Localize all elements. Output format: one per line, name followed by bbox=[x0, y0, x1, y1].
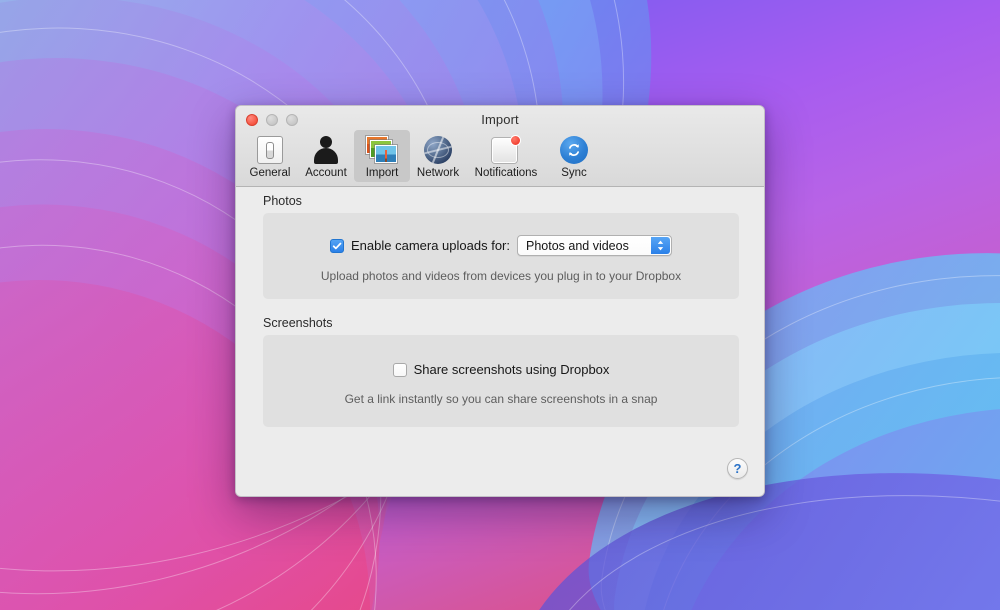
screenshots-section-title: Screenshots bbox=[263, 316, 333, 330]
toolbar: General Account Import Network Notificat… bbox=[242, 130, 602, 182]
window-title: Import bbox=[481, 112, 519, 127]
share-screenshots-row: Share screenshots using Dropbox bbox=[263, 362, 739, 377]
photo-stack-icon bbox=[356, 134, 408, 166]
camera-uploads-checkbox[interactable] bbox=[330, 238, 344, 253]
share-screenshots-label: Share screenshots using Dropbox bbox=[413, 362, 610, 377]
share-screenshots-checkbox[interactable] bbox=[392, 362, 407, 377]
screenshots-group-box: Share screenshots using Dropbox Get a li… bbox=[263, 335, 739, 427]
toolbar-item-sync[interactable]: Sync bbox=[546, 130, 602, 182]
toolbar-label-account: Account bbox=[305, 167, 347, 179]
camera-uploads-row: Enable camera uploads for: Photos and vi… bbox=[263, 235, 739, 256]
camera-uploads-label: Enable camera uploads for: bbox=[351, 238, 510, 253]
preferences-window: Import General Account Import Network No… bbox=[235, 105, 765, 497]
photos-section-title: Photos bbox=[263, 194, 302, 208]
toolbar-item-import[interactable]: Import bbox=[354, 130, 410, 182]
toolbar-label-general: General bbox=[249, 167, 291, 179]
toolbar-label-sync: Sync bbox=[561, 167, 587, 179]
camera-uploads-popup-button[interactable]: Photos and videos bbox=[516, 235, 672, 256]
toolbar-label-notifications: Notifications bbox=[474, 167, 538, 179]
share-screenshots-hint: Get a link instantly so you can share sc… bbox=[344, 392, 658, 406]
camera-uploads-hint: Upload photos and videos from devices yo… bbox=[320, 269, 682, 283]
window-titlebar-toolbar: Import General Account Import Network No… bbox=[236, 106, 764, 187]
sync-arrows-icon bbox=[548, 134, 600, 166]
photos-group-box: Enable camera uploads for: Photos and vi… bbox=[263, 213, 739, 299]
preferences-content: Photos Enable camera uploads for: Photos… bbox=[236, 187, 764, 496]
globe-icon bbox=[412, 134, 464, 166]
toolbar-label-network: Network bbox=[416, 167, 460, 179]
notification-badge-icon bbox=[468, 134, 544, 166]
person-icon bbox=[300, 134, 352, 166]
switch-icon bbox=[244, 134, 296, 166]
help-button[interactable]: ? bbox=[727, 458, 748, 479]
toolbar-label-import: Import bbox=[365, 167, 399, 179]
toolbar-item-general[interactable]: General bbox=[242, 130, 298, 182]
chevron-updown-icon bbox=[650, 237, 670, 254]
toolbar-item-notifications[interactable]: Notifications bbox=[466, 130, 546, 182]
camera-uploads-popup-value: Photos and videos bbox=[525, 238, 629, 253]
toolbar-item-account[interactable]: Account bbox=[298, 130, 354, 182]
toolbar-item-network[interactable]: Network bbox=[410, 130, 466, 182]
desktop-background: Import General Account Import Network No… bbox=[0, 0, 1000, 610]
